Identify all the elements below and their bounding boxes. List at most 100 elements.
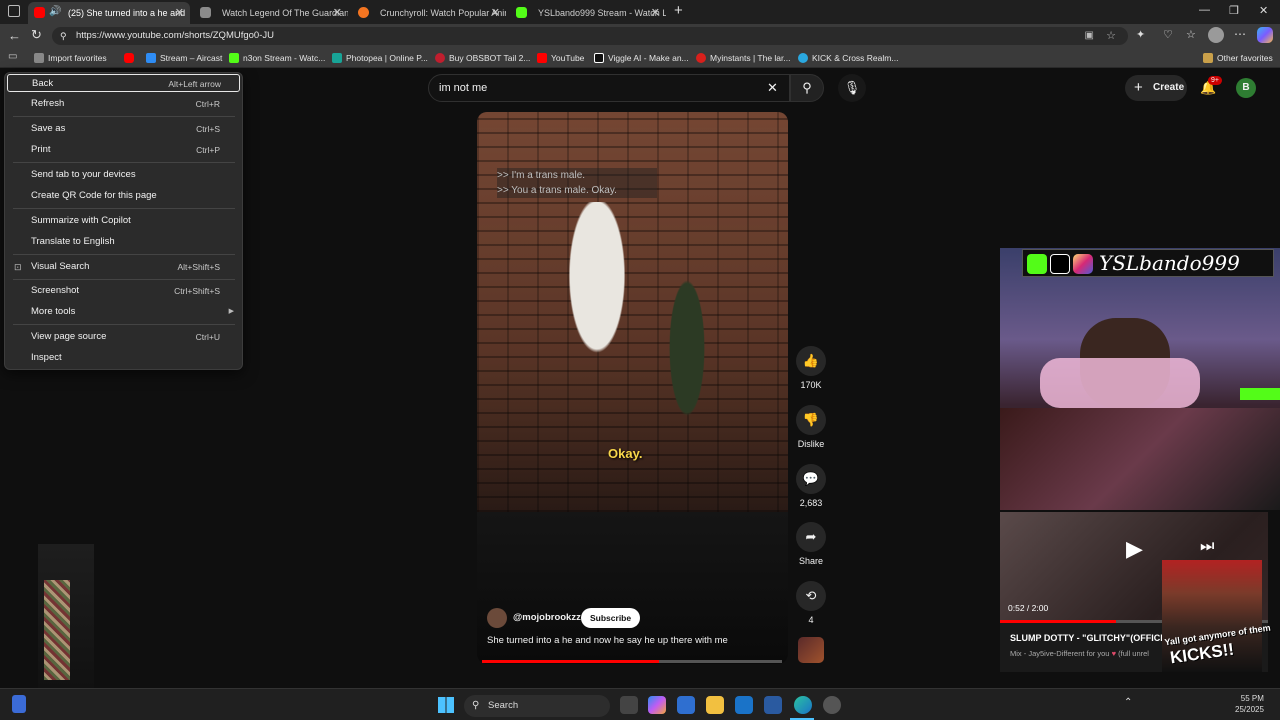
create-button[interactable]: + Create (1125, 75, 1187, 101)
settings-more-icon[interactable]: ⋯ (1234, 27, 1246, 41)
outlook-icon[interactable] (735, 696, 753, 714)
menu-item-more-tools[interactable]: More tools ▶ (5, 303, 242, 321)
menu-item-back[interactable]: Back Alt+Left arrow (7, 74, 240, 92)
clock[interactable]: 55 PM 25/2025 (1235, 693, 1264, 715)
comments-button[interactable]: 💬 2,683 (795, 464, 827, 508)
menu-item-send-tab[interactable]: Send tab to your devices (5, 166, 242, 184)
bookmark-youtube[interactable]: YouTube (537, 51, 584, 65)
like-icon: 👍 (796, 346, 826, 376)
search-icon: ⚲ (802, 80, 812, 95)
weather-icon[interactable] (12, 695, 26, 713)
browser-essentials-icon[interactable]: ♡ (1163, 28, 1173, 41)
menu-item-print[interactable]: Print Ctrl+P (5, 141, 242, 159)
tab-crunchyroll[interactable]: Crunchyroll: Watch Popular Anim ✕ (348, 2, 506, 24)
copilot-icon[interactable] (1257, 27, 1273, 43)
sound-thumbnail[interactable] (798, 637, 824, 663)
menu-item-summarize[interactable]: Summarize with Copilot (5, 212, 242, 230)
bookmark-n3on[interactable]: n3on Stream - Watc... (229, 51, 325, 65)
menu-item-refresh[interactable]: Refresh Ctrl+R (5, 95, 242, 113)
file-explorer-icon[interactable] (706, 696, 724, 714)
menu-divider (13, 324, 235, 325)
folder-icon (1203, 53, 1213, 63)
menu-item-screenshot[interactable]: Screenshot Ctrl+Shift+S (5, 282, 242, 300)
dislike-button[interactable]: 👎 Dislike (795, 405, 827, 449)
progress-track[interactable] (482, 660, 782, 663)
desktop-widget-graphic (38, 544, 94, 688)
favorites-icon[interactable]: ☆ (1186, 28, 1196, 41)
close-tab-icon[interactable]: ✕ (491, 6, 500, 19)
minimize-icon[interactable]: — (1199, 4, 1210, 16)
copilot-icon[interactable] (648, 696, 666, 714)
new-tab-icon[interactable]: + (674, 2, 683, 19)
profile-avatar[interactable] (1208, 27, 1224, 43)
obsbot-icon (435, 53, 445, 63)
menu-item-save-as[interactable]: Save as Ctrl+S (5, 120, 242, 138)
shorts-video-player[interactable]: >> I'm a trans male. >> You a trans male… (477, 112, 788, 664)
clear-search-icon[interactable]: ✕ (767, 75, 778, 101)
menu-item-visual-search[interactable]: ⊡ Visual Search Alt+Shift+S (5, 258, 242, 276)
search-input[interactable]: im not me ✕ (428, 74, 790, 102)
next-track-icon[interactable]: ⏭ (1200, 538, 1214, 556)
channel-name[interactable]: @mojobrookzz (513, 612, 581, 623)
reload-icon[interactable]: ↻ (31, 27, 42, 43)
subscribe-button[interactable]: Subscribe (581, 608, 641, 628)
task-view-icon[interactable] (620, 696, 638, 714)
menu-item-inspect[interactable]: Inspect (5, 349, 242, 367)
comment-icon: 💬 (796, 464, 826, 494)
notifications-button[interactable]: 🔔 9+ (1200, 76, 1222, 96)
bookmark-myinstants[interactable]: Myinstants | The lar... (696, 51, 790, 65)
tab-actions-icon[interactable] (8, 5, 20, 17)
mini-player[interactable]: ▶ ⏭ 0:52 / 2:00 SLUMP DOTTY - "GLITCHY"(… (1000, 512, 1271, 672)
tab-youtube[interactable]: 🔊 (25) She turned into a he and ✕ (28, 2, 190, 24)
edge-icon[interactable] (794, 696, 812, 714)
photos-icon[interactable] (764, 696, 782, 714)
bookmark-import-favorites[interactable]: Import favorites (34, 51, 107, 65)
start-icon[interactable] (438, 697, 454, 713)
play-icon[interactable]: ▶ (1126, 536, 1143, 562)
taskbar-search[interactable]: ⚲ Search (464, 695, 610, 717)
streamer-name: YSLbando999 (1099, 251, 1240, 275)
tray-overflow-icon[interactable]: ⌃ (1124, 697, 1132, 708)
menu-item-view-source[interactable]: View page source Ctrl+U (5, 328, 242, 346)
other-favorites[interactable]: Other favorites (1203, 51, 1273, 65)
bookmark-photopea[interactable]: Photopea | Online P... (332, 51, 428, 65)
favorite-star-icon[interactable]: ☆ (1106, 27, 1116, 45)
tab-label: (25) She turned into a he and (68, 8, 186, 18)
store-icon[interactable] (677, 696, 695, 714)
restore-icon[interactable]: ❐ (1229, 4, 1239, 17)
tab-label: YSLbando999 Stream - Watch Liv (538, 8, 666, 18)
bookmark-aircast[interactable]: Stream – Aircast (146, 51, 222, 65)
desk-keyboard (1000, 408, 1280, 510)
remix-button[interactable]: ⟲ 4 (795, 581, 827, 625)
settings-icon[interactable] (823, 696, 841, 714)
bookmark-obsbot[interactable]: Buy OBSBOT Tail 2... (435, 51, 530, 65)
plus-icon: + (1134, 79, 1143, 96)
split-screen-icon[interactable]: ▣ (1085, 27, 1094, 45)
meme-overlay: Yall got anymore of them KICKS!! (1162, 560, 1271, 672)
voice-search-button[interactable]: 🎙 (838, 74, 866, 102)
favorites-folder-icon[interactable]: ▭ (8, 51, 17, 62)
audience-figure (657, 272, 717, 462)
audio-playing-icon[interactable]: 🔊 (49, 6, 61, 17)
bookmark-viggle[interactable]: Viggle AI - Make an... (594, 51, 689, 65)
menu-item-qr-code[interactable]: Create QR Code for this page (5, 187, 242, 205)
site-info-icon[interactable]: ⚲ (60, 27, 67, 45)
share-button[interactable]: ➦ Share (795, 522, 827, 566)
like-button[interactable]: 👍 170K (795, 346, 827, 390)
youtube-favicon-icon (34, 7, 45, 18)
close-window-icon[interactable]: ✕ (1259, 4, 1268, 17)
close-tab-icon[interactable]: ✕ (651, 6, 660, 19)
channel-avatar[interactable] (487, 608, 507, 628)
extensions-icon[interactable]: ✦ (1136, 28, 1145, 41)
close-tab-icon[interactable]: ✕ (175, 6, 184, 19)
youtube-bookmark-icon[interactable] (124, 53, 134, 63)
tab-kick-stream[interactable]: YSLbando999 Stream - Watch Liv ✕ (506, 2, 666, 24)
tab-legend-guardians[interactable]: Watch Legend Of The Guardians: ✕ (190, 2, 348, 24)
account-avatar[interactable]: B (1236, 78, 1256, 98)
back-arrow-icon[interactable]: ← (8, 28, 21, 43)
search-button[interactable]: ⚲ (790, 74, 824, 102)
menu-item-translate[interactable]: Translate to English (5, 233, 242, 251)
bookmark-kick-cross-realm[interactable]: KICK & Cross Realm... (798, 51, 898, 65)
address-bar[interactable]: ⚲ https://www.youtube.com/shorts/ZQMUfgo… (52, 27, 1128, 45)
close-tab-icon[interactable]: ✕ (333, 6, 342, 19)
